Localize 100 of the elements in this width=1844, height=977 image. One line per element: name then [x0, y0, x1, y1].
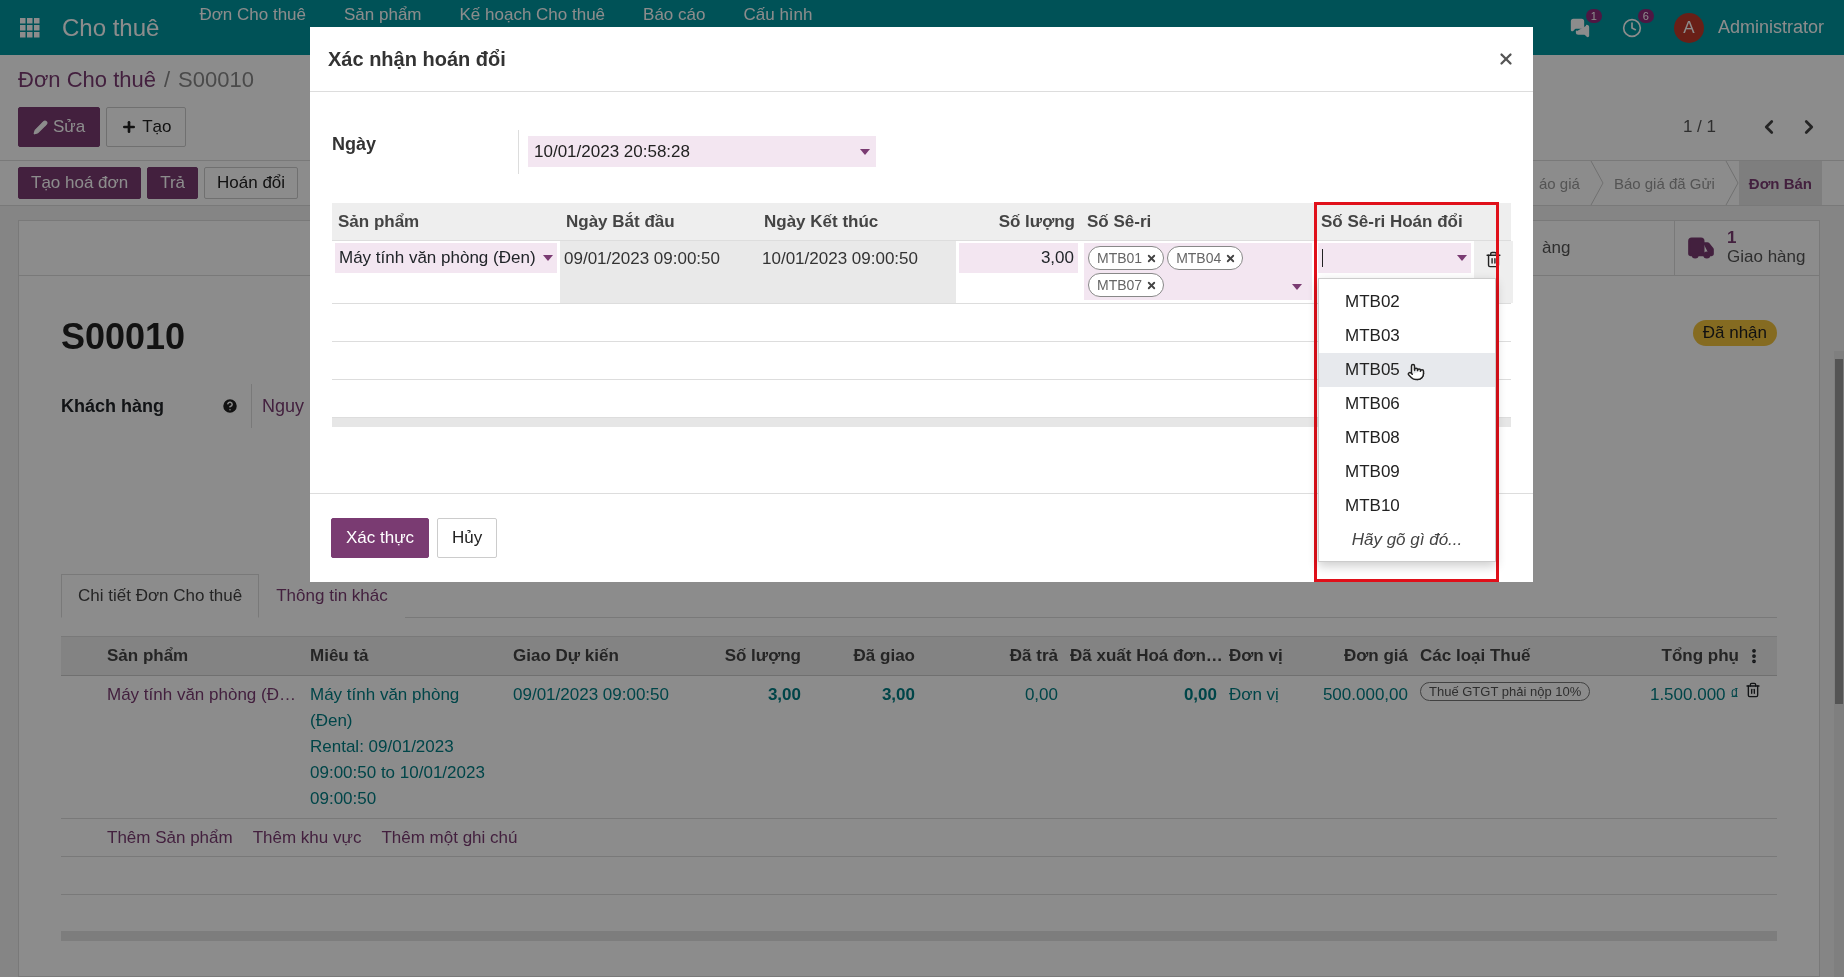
- status-badge: Đã nhận: [1692, 320, 1777, 346]
- delete-icon[interactable]: [1485, 251, 1502, 268]
- chat-icon[interactable]: [1569, 17, 1590, 38]
- column-header[interactable]: Các loại Thuế: [1414, 646, 1610, 666]
- app-title: Cho thuê: [62, 13, 160, 42]
- field-label: Khách hàng: [61, 395, 165, 417]
- tab[interactable]: Chi tiết Đơn Cho thuê: [61, 574, 260, 618]
- dialog-title: Xác nhận hoán đổi: [328, 47, 506, 71]
- status-stage[interactable]: Đơn Bán: [1738, 161, 1822, 205]
- column-header[interactable]: Đơn vị: [1223, 646, 1299, 666]
- column-header[interactable]: Đã xuất Hoá đơn…: [1064, 646, 1223, 666]
- plus-icon: [121, 119, 138, 135]
- stage-separator: [1589, 161, 1604, 205]
- message-count: 1: [1585, 8, 1602, 23]
- help-icon[interactable]: [221, 397, 239, 415]
- column-header[interactable]: Đơn giá: [1299, 646, 1414, 666]
- add-link[interactable]: Thêm Sản phẩm: [107, 827, 233, 848]
- column-header[interactable]: Ngày Bắt đầu: [566, 211, 675, 232]
- confirm-button[interactable]: Xác thực: [331, 518, 430, 558]
- remove-icon[interactable]: [1225, 252, 1237, 264]
- breadcrumb-separator: /: [163, 67, 171, 93]
- column-header[interactable]: Sản phẩm: [338, 211, 420, 232]
- caret-icon: [860, 148, 870, 155]
- table-cell-text: Máy tính văn phòng (Đen) Rental: 09/01/2023 09:00:50 to 10/01/2023 09:00:50: [309, 684, 486, 810]
- stage-separator: [1724, 161, 1739, 205]
- table-cell-text: Máy tính văn phòng (Đ…: [106, 684, 297, 706]
- close-button[interactable]: [1497, 50, 1515, 68]
- table-cell-text: 1.500.000 ₫: [1648, 684, 1740, 706]
- smart-button[interactable]: 1 Giao hàng: [1674, 221, 1819, 275]
- column-header[interactable]: Miêu tả: [304, 646, 507, 666]
- dropdown-option[interactable]: MTB06: [1319, 387, 1495, 421]
- table-cell-text: 0,00: [1023, 684, 1059, 706]
- dropdown-option[interactable]: MTB02: [1319, 285, 1495, 319]
- dropdown-option[interactable]: MTB09: [1319, 455, 1495, 489]
- status-stage[interactable]: áo giá: [1529, 161, 1590, 205]
- column-header[interactable]: Đã giao: [807, 646, 921, 666]
- cancel-button[interactable]: Hủy: [437, 518, 498, 558]
- menu-item[interactable]: Đơn Cho thuê: [199, 4, 306, 25]
- status-stage[interactable]: Báo giá đã Gửi: [1603, 161, 1725, 205]
- dropdown-option[interactable]: MTB08: [1319, 421, 1495, 455]
- edit-button[interactable]: Sửa: [18, 107, 101, 147]
- menu-item[interactable]: Kế hoạch Cho thuê: [459, 4, 606, 25]
- dropdown-option[interactable]: MTB05: [1319, 353, 1495, 387]
- pencil-icon: [33, 119, 48, 135]
- column-header[interactable]: Số lượng: [998, 211, 1075, 232]
- apps-menu-icon[interactable]: [20, 17, 40, 38]
- table-cell: 09/01/2023 09:00:50: [560, 241, 758, 303]
- action-button[interactable]: Trả: [147, 167, 199, 199]
- field-label: Ngày: [332, 134, 377, 155]
- caret-icon: [543, 255, 553, 261]
- date-field[interactable]: 10/01/2023 20:58:28: [528, 136, 876, 167]
- quantity-field[interactable]: 3,00: [959, 243, 1078, 273]
- customer-link[interactable]: Nguy: [251, 384, 305, 428]
- column-header[interactable]: Số Sê-ri: [1087, 211, 1152, 232]
- table-cell-text: 3,00: [880, 684, 916, 706]
- pager: 1 / 1: [1682, 117, 1716, 137]
- breadcrumb-current: S00010: [178, 67, 254, 93]
- caret-icon: [1292, 284, 1302, 290]
- column-header[interactable]: Số lượng: [693, 646, 807, 666]
- table-cell-text: 500.000,00: [1321, 684, 1409, 706]
- table-cell-text: 0,00: [1182, 684, 1218, 706]
- menu-item[interactable]: Cấu hình: [743, 4, 813, 25]
- column-header[interactable]: Tổng phụ: [1610, 646, 1745, 666]
- add-link[interactable]: Thêm khu vực: [252, 827, 362, 848]
- exchange-serial-field[interactable]: [1318, 243, 1471, 273]
- dropdown-option[interactable]: MTB10: [1319, 489, 1495, 523]
- table-cell: 10/01/2023 09:00:50: [758, 241, 956, 303]
- remove-icon[interactable]: [1146, 279, 1158, 291]
- menu-item[interactable]: Sản phẩm: [344, 4, 422, 25]
- serial-tag: MTB04: [1167, 246, 1244, 270]
- hand-cursor-icon: [1407, 363, 1425, 381]
- record-title: S00010: [61, 316, 186, 358]
- column-header[interactable]: Sản phẩm: [101, 646, 304, 666]
- table-cell-text: Đơn vị: [1228, 684, 1280, 706]
- serial-tag: MTB07: [1088, 273, 1165, 297]
- user-name[interactable]: Administrator: [1717, 17, 1824, 38]
- menu-item[interactable]: Báo cáo: [643, 4, 706, 25]
- table-cell-text: 09/01/2023 09:00:50: [512, 684, 670, 706]
- search-hint: Hãy gõ gì đó...: [1350, 529, 1464, 551]
- column-header[interactable]: Số Sê-ri Hoán đổi: [1321, 211, 1463, 232]
- serial-tag: MTB01: [1088, 246, 1165, 270]
- serial-tags-field[interactable]: MTB01 MTB04 MTB07: [1084, 243, 1312, 300]
- caret-icon: [1457, 255, 1467, 261]
- delete-icon[interactable]: [1745, 682, 1761, 698]
- action-button[interactable]: Tạo hoá đơn: [18, 167, 142, 199]
- table-cell-text: 3,00: [766, 684, 802, 706]
- remove-icon[interactable]: [1146, 252, 1158, 264]
- column-header[interactable]: Ngày Kết thúc: [764, 211, 879, 232]
- create-button[interactable]: Tạo: [106, 107, 187, 147]
- action-button[interactable]: Hoán đổi: [204, 167, 299, 199]
- dropdown-option[interactable]: MTB03: [1319, 319, 1495, 353]
- clock-icon[interactable]: [1621, 17, 1642, 38]
- column-header[interactable]: Giao Dự kiến: [507, 646, 693, 666]
- column-header[interactable]: Đã trả: [921, 646, 1064, 666]
- activity-count: 6: [1637, 8, 1654, 23]
- add-link[interactable]: Thêm một ghi chú: [381, 827, 518, 848]
- breadcrumb-link[interactable]: Đơn Cho thuê: [18, 67, 156, 93]
- user-avatar[interactable]: A: [1673, 12, 1704, 43]
- product-select[interactable]: Máy tính văn phòng (Đen): [335, 243, 557, 273]
- scrollbar[interactable]: [1834, 351, 1844, 977]
